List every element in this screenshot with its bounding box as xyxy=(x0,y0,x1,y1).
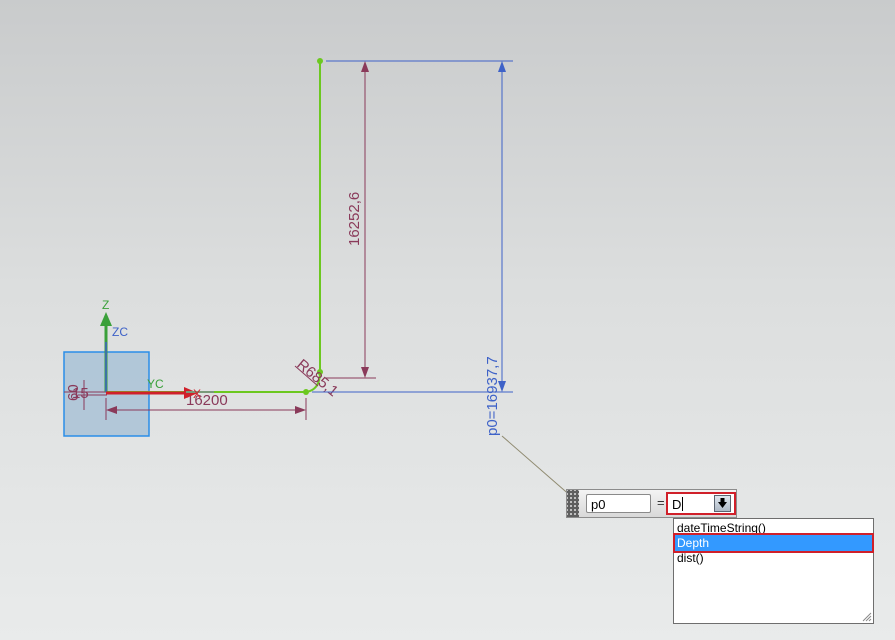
horizontal-dimension-arrow-right xyxy=(295,406,306,414)
text-caret xyxy=(682,497,683,511)
expression-value-input[interactable]: D xyxy=(666,492,736,515)
autocomplete-item-depth[interactable]: Depth xyxy=(673,533,874,553)
expression-leader-line xyxy=(501,435,573,498)
sketch-endpoint-top[interactable] xyxy=(317,58,323,64)
parameter-dimension xyxy=(312,60,513,393)
resize-grip-icon[interactable] xyxy=(860,610,872,622)
parameter-dimension-label[interactable]: p0=16937,7 xyxy=(484,356,501,436)
parameter-dimension-arrow-top xyxy=(498,61,506,72)
expression-input-bar: p0 = D xyxy=(566,489,737,518)
z-axis-label: Z xyxy=(102,298,109,312)
zc-axis-label: ZC xyxy=(112,325,128,339)
zc-axis-arrow-icon xyxy=(100,312,112,326)
small-dimension-label-15[interactable]: 15 xyxy=(72,385,89,402)
autocomplete-item-dist[interactable]: dist() xyxy=(675,550,872,566)
vertical-dimension-label[interactable]: 16252,6 xyxy=(346,192,363,246)
vertical-dimension-arrow-top xyxy=(361,61,369,72)
arrow-down-icon xyxy=(718,498,727,508)
x-axis-label: X xyxy=(193,387,201,401)
sketch-endpoint-tangent-2[interactable] xyxy=(303,389,309,395)
expression-value-text: D xyxy=(672,497,682,512)
yc-axis-label: YC xyxy=(147,377,164,391)
sketch-profile[interactable] xyxy=(106,61,321,393)
equals-sign: = xyxy=(657,495,665,510)
autocomplete-list[interactable]: dateTimeString() Depth dist() xyxy=(673,518,874,624)
vertical-dimension-arrow-bottom xyxy=(361,367,369,378)
dropdown-button[interactable] xyxy=(714,495,731,512)
autocomplete-item-datetimestring[interactable]: dateTimeString() xyxy=(675,520,872,536)
expression-name-field[interactable]: p0 xyxy=(586,494,651,513)
drag-grip-icon[interactable] xyxy=(567,490,579,517)
